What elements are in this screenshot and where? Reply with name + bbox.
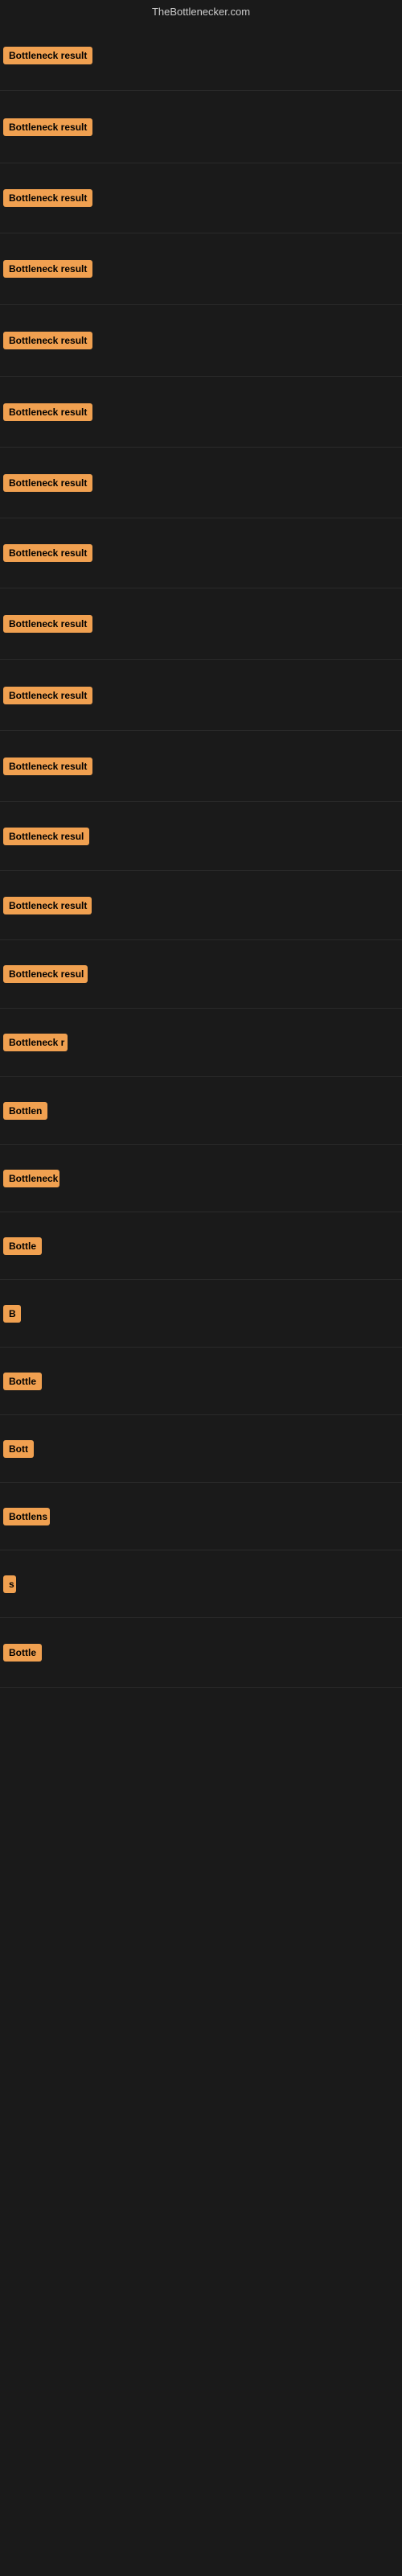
bottleneck-badge[interactable]: B	[3, 1305, 21, 1323]
result-row: Bottleneck result	[0, 871, 402, 940]
result-row: Bottleneck result	[0, 305, 402, 377]
bottleneck-badge[interactable]: Bottleneck r	[3, 1034, 68, 1051]
result-row: Bottlen	[0, 1077, 402, 1145]
result-row: Bottle	[0, 1212, 402, 1280]
result-row: Bottleneck	[0, 1145, 402, 1212]
bottleneck-badge[interactable]: Bottleneck result	[3, 189, 92, 207]
site-title-bar: TheBottlenecker.com	[0, 0, 402, 21]
result-row: Bottleneck r	[0, 1009, 402, 1077]
result-row: B	[0, 1280, 402, 1348]
results-container: Bottleneck result Bottleneck result Bottle…	[0, 21, 402, 2574]
bottleneck-badge[interactable]: Bottleneck result	[3, 615, 92, 633]
bottleneck-badge[interactable]: Bottle	[3, 1373, 42, 1390]
result-row: Bottle	[0, 1618, 402, 1688]
bottleneck-badge[interactable]: Bottleneck result	[3, 474, 92, 492]
result-row: Bottleneck result	[0, 731, 402, 802]
result-row: Bottlens	[0, 1483, 402, 1550]
result-row: Bottleneck result	[0, 163, 402, 233]
bottleneck-badge[interactable]: Bottlen	[3, 1102, 47, 1120]
result-row: s	[0, 1550, 402, 1618]
bottleneck-badge[interactable]: Bottleneck result	[3, 544, 92, 562]
bottleneck-badge[interactable]: Bottleneck result	[3, 758, 92, 775]
result-row: Bottleneck result	[0, 660, 402, 731]
bottleneck-badge[interactable]: Bottleneck resul	[3, 828, 89, 845]
bottleneck-badge[interactable]: Bottleneck resul	[3, 965, 88, 983]
bottleneck-badge[interactable]: Bottleneck result	[3, 118, 92, 136]
result-row: Bottle	[0, 1348, 402, 1415]
result-row: Bottleneck result	[0, 91, 402, 163]
bottleneck-badge[interactable]: Bottleneck	[3, 1170, 59, 1187]
result-row: Bottleneck resul	[0, 940, 402, 1009]
result-row: Bottleneck result	[0, 21, 402, 91]
result-row: Bott	[0, 1415, 402, 1483]
result-row: Bottleneck result	[0, 518, 402, 588]
bottleneck-badge[interactable]: Bottleneck result	[3, 687, 92, 704]
bottleneck-badge[interactable]: Bottlens	[3, 1508, 50, 1525]
result-row: Bottleneck result	[0, 377, 402, 448]
result-row: Bottleneck result	[0, 588, 402, 660]
result-row: Bottleneck result	[0, 233, 402, 305]
result-row: Bottleneck resul	[0, 802, 402, 871]
bottleneck-badge[interactable]: Bottleneck result	[3, 332, 92, 349]
bottleneck-badge[interactable]: Bottle	[3, 1644, 42, 1662]
bottleneck-badge[interactable]: Bottleneck result	[3, 260, 92, 278]
bottleneck-badge[interactable]: Bott	[3, 1440, 34, 1458]
site-title: TheBottlenecker.com	[152, 6, 250, 18]
bottleneck-badge[interactable]: Bottle	[3, 1237, 42, 1255]
bottleneck-badge[interactable]: Bottleneck result	[3, 403, 92, 421]
bottleneck-badge[interactable]: s	[3, 1575, 16, 1593]
bottleneck-badge[interactable]: Bottleneck result	[3, 47, 92, 64]
bottleneck-badge[interactable]: Bottleneck result	[3, 897, 92, 914]
result-row: Bottleneck result	[0, 448, 402, 518]
